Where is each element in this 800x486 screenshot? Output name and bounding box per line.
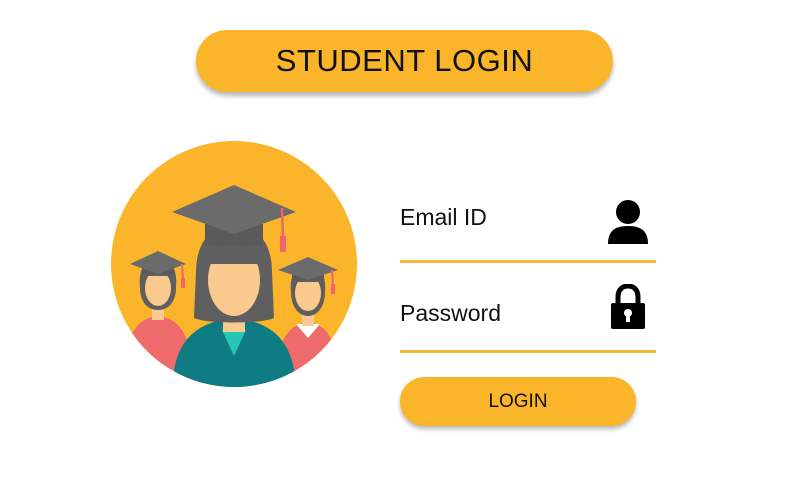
page-title: STUDENT LOGIN (196, 30, 613, 92)
login-button[interactable]: LOGIN (400, 377, 636, 426)
password-field[interactable]: Password (400, 283, 656, 356)
email-underline (400, 260, 656, 263)
email-field[interactable]: Email ID (400, 196, 656, 266)
lock-icon (610, 283, 646, 335)
user-icon (606, 198, 650, 251)
password-underline (400, 350, 656, 353)
page-title-text: STUDENT LOGIN (275, 43, 534, 78)
email-label: Email ID (400, 204, 487, 230)
login-button-label: LOGIN (488, 390, 548, 412)
password-label: Password (400, 300, 501, 326)
login-page: STUDENT LOGIN Email ID Password LOGIN (0, 0, 800, 486)
graduates-illustration (110, 140, 358, 388)
